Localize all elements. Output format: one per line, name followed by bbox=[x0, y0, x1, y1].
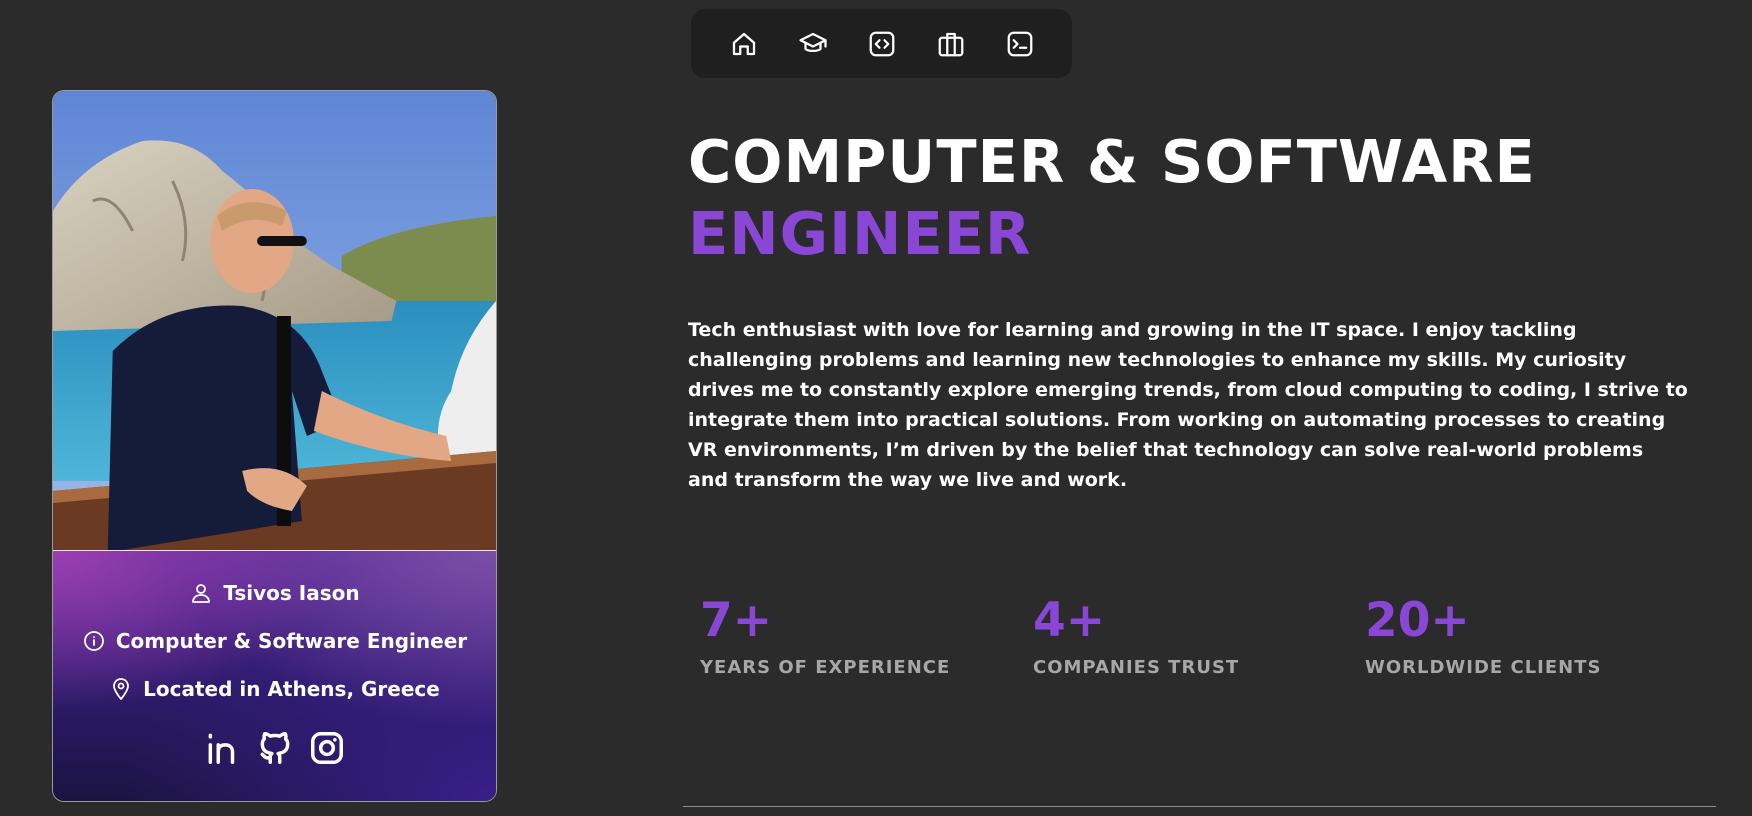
profile-location: Located in Athens, Greece bbox=[143, 677, 440, 701]
location-pin-icon bbox=[113, 678, 130, 700]
top-nav bbox=[691, 9, 1072, 78]
linkedin-link[interactable] bbox=[204, 729, 242, 767]
stat-value: 20+ bbox=[1365, 593, 1470, 648]
github-link[interactable] bbox=[256, 729, 294, 767]
profile-info-panel: Tsivos Iason Computer & Software Enginee… bbox=[53, 551, 496, 801]
github-icon bbox=[260, 732, 289, 764]
stat-label: YEARS OF EXPERIENCE bbox=[700, 657, 951, 678]
linkedin-icon bbox=[208, 733, 234, 764]
briefcase-icon bbox=[938, 32, 963, 56]
nav-home-button[interactable] bbox=[724, 24, 763, 63]
stat-value: 7+ bbox=[700, 593, 773, 648]
graduation-cap-icon bbox=[798, 32, 827, 52]
stat-label: WORLDWIDE CLIENTS bbox=[1365, 657, 1602, 678]
profile-location-row: Located in Athens, Greece bbox=[53, 677, 496, 701]
stat-experience: 7+ YEARS OF EXPERIENCE bbox=[700, 593, 950, 678]
nav-education-button[interactable] bbox=[793, 24, 832, 63]
hero-title-line2: ENGINEER bbox=[688, 199, 1032, 268]
info-icon bbox=[83, 631, 104, 651]
stat-value: 4+ bbox=[1033, 593, 1106, 648]
profile-name: Tsivos Iason bbox=[223, 581, 360, 605]
hero-bio: Tech enthusiast with love for learning a… bbox=[688, 319, 1688, 491]
nav-terminal-button[interactable] bbox=[1000, 24, 1039, 63]
terminal-icon bbox=[1007, 31, 1032, 56]
profile-photo bbox=[53, 91, 496, 551]
nav-projects-button[interactable] bbox=[862, 24, 901, 63]
instagram-link[interactable] bbox=[308, 729, 346, 767]
code-icon bbox=[869, 31, 894, 56]
stat-clients: 20+ WORLDWIDE CLIENTS bbox=[1365, 593, 1601, 678]
hero-title-line1: COMPUTER & SOFTWARE bbox=[688, 127, 1536, 196]
instagram-icon bbox=[310, 732, 343, 764]
user-icon bbox=[192, 584, 211, 603]
profile-role: Computer & Software Engineer bbox=[115, 629, 468, 653]
stat-label: COMPANIES TRUST bbox=[1033, 657, 1240, 678]
home-icon bbox=[732, 32, 755, 55]
social-links bbox=[53, 729, 496, 767]
section-divider bbox=[683, 806, 1716, 807]
profile-card: Tsivos Iason Computer & Software Enginee… bbox=[52, 90, 497, 802]
profile-role-row: Computer & Software Engineer bbox=[53, 629, 496, 653]
profile-name-row: Tsivos Iason bbox=[53, 581, 496, 605]
stat-companies: 4+ COMPANIES TRUST bbox=[1033, 593, 1239, 678]
nav-experience-button[interactable] bbox=[931, 24, 970, 63]
